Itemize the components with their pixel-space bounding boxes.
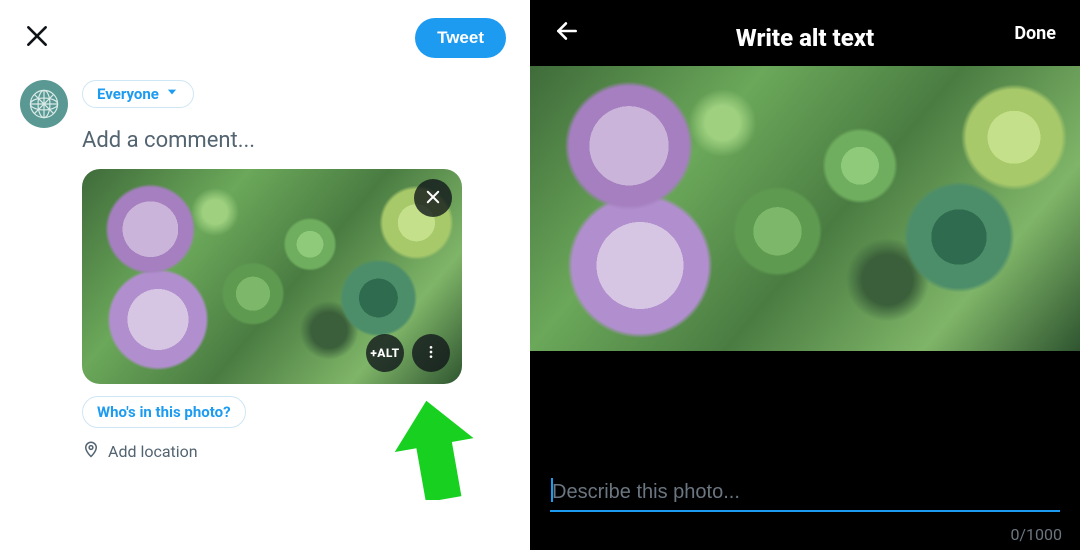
location-pin-icon <box>82 440 100 462</box>
page-title: Write alt text <box>736 24 874 52</box>
audience-label: Everyone <box>97 85 159 103</box>
comment-input[interactable]: Add a comment... <box>82 108 510 169</box>
add-location-label: Add location <box>108 442 198 461</box>
character-counter: 0/1000 <box>1010 525 1062 544</box>
chevron-down-icon <box>165 85 179 103</box>
compose-tweet-pane: Tweet Everyone Add a comment... <box>0 0 530 550</box>
audience-selector[interactable]: Everyone <box>82 80 194 108</box>
close-icon <box>424 188 442 209</box>
tag-people-button[interactable]: Who's in this photo? <box>82 396 246 428</box>
media-more-button[interactable] <box>412 334 450 372</box>
alt-text-editor-pane: Write alt text Done 0/1000 <box>530 0 1080 550</box>
media-image <box>530 66 1080 351</box>
done-button[interactable]: Done <box>1014 23 1056 44</box>
more-icon <box>423 344 439 363</box>
media-preview <box>530 66 1080 351</box>
remove-media-button[interactable] <box>414 179 452 217</box>
add-alt-text-button[interactable]: +ALT <box>366 334 404 372</box>
alt-text-input[interactable] <box>550 475 1060 512</box>
add-location-button[interactable]: Add location <box>82 440 510 462</box>
attached-media: +ALT <box>82 169 462 384</box>
back-button[interactable] <box>554 18 580 48</box>
alt-badge-label: +ALT <box>370 346 399 360</box>
arrow-left-icon <box>554 29 580 48</box>
close-icon[interactable] <box>24 23 50 53</box>
tweet-button[interactable]: Tweet <box>415 18 506 58</box>
media-image <box>82 169 462 384</box>
avatar <box>20 80 68 128</box>
